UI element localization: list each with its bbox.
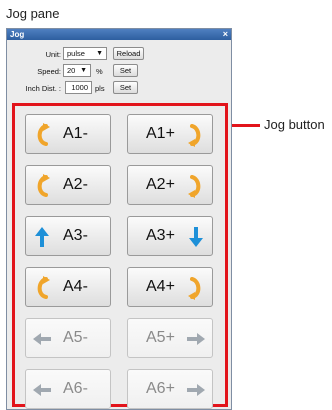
jog-a4-plus-button[interactable]: A4+: [127, 267, 213, 307]
rotate-ccw-icon: [32, 174, 52, 198]
speed-row: Speed: 20 ▼ % Set: [7, 63, 233, 79]
jog-a1-minus-button[interactable]: A1-: [25, 114, 111, 154]
window-title: Jog: [10, 30, 25, 39]
speed-select[interactable]: 20 ▼: [63, 64, 91, 77]
speed-unit: %: [96, 67, 103, 76]
jog-a3-minus-button[interactable]: A3-: [25, 216, 111, 256]
close-icon[interactable]: ×: [223, 29, 228, 40]
jog-button-label: A4+: [146, 278, 175, 295]
arrow-left-icon: [32, 378, 52, 402]
jog-button-label: A1-: [63, 125, 88, 142]
speed-select-value: 20: [67, 66, 76, 75]
jog-button-label: A2-: [63, 176, 88, 193]
jog-button-label: A2+: [146, 176, 175, 193]
inch-unit: pls: [95, 84, 105, 93]
inch-row: Inch Dist. : 1000 pls Set: [7, 80, 233, 96]
chevron-down-icon: ▼: [96, 50, 103, 57]
jog-a3-plus-button[interactable]: A3+: [127, 216, 213, 256]
jog-a5-plus-button[interactable]: A5+: [127, 318, 213, 358]
jog-button-area: A1- A1+ A2- A2+ A3- A3+ A4- A4+ A5- A5+ A6- A6+: [12, 103, 228, 409]
arrow-up-icon: [32, 225, 52, 249]
jog-a4-minus-button[interactable]: A4-: [25, 267, 111, 307]
jog-button-label: A6-: [63, 380, 88, 397]
jog-button-caption: Jog button: [264, 117, 325, 132]
unit-select[interactable]: pulse ▼: [63, 47, 107, 60]
callout-line: [232, 124, 260, 127]
speed-label: Speed:: [37, 67, 61, 76]
jog-a2-plus-button[interactable]: A2+: [127, 165, 213, 205]
arrow-right-icon: [186, 327, 206, 351]
jog-button-label: A5-: [63, 329, 88, 346]
inch-set-button[interactable]: Set: [113, 81, 138, 94]
unit-select-value: pulse: [67, 49, 85, 58]
inch-distance-input[interactable]: 1000: [65, 81, 92, 94]
rotate-cw-icon: [186, 174, 206, 198]
jog-button-label: A6+: [146, 380, 175, 397]
jog-button-label: A3+: [146, 227, 175, 244]
speed-set-button[interactable]: Set: [113, 64, 138, 77]
jog-settings: Unit: pulse ▼ Reload Speed: 20 ▼ % Set I…: [7, 40, 231, 100]
arrow-left-icon: [32, 327, 52, 351]
jog-a5-minus-button[interactable]: A5-: [25, 318, 111, 358]
unit-label: Unit:: [45, 50, 61, 59]
jog-button-label: A5+: [146, 329, 175, 346]
rotate-ccw-icon: [32, 276, 52, 300]
jog-button-label: A3-: [63, 227, 88, 244]
jog-button-label: A1+: [146, 125, 175, 142]
arrow-right-icon: [186, 378, 206, 402]
jog-a6-plus-button[interactable]: A6+: [127, 369, 213, 409]
rotate-cw-icon: [186, 123, 206, 147]
jog-a6-minus-button[interactable]: A6-: [25, 369, 111, 409]
chevron-down-icon: ▼: [80, 67, 87, 74]
inch-label: Inch Dist. :: [25, 84, 61, 93]
arrow-down-icon: [186, 225, 206, 249]
jog-a2-minus-button[interactable]: A2-: [25, 165, 111, 205]
reload-button[interactable]: Reload: [113, 47, 144, 60]
jog-pane-caption: Jog pane: [6, 6, 60, 21]
jog-a1-plus-button[interactable]: A1+: [127, 114, 213, 154]
jog-titlebar: Jog ×: [7, 29, 231, 40]
rotate-cw-icon: [186, 276, 206, 300]
unit-row: Unit: pulse ▼ Reload: [7, 46, 233, 62]
jog-window: Jog × Unit: pulse ▼ Reload Speed: 20 ▼ %…: [6, 28, 232, 410]
rotate-ccw-icon: [32, 123, 52, 147]
jog-button-label: A4-: [63, 278, 88, 295]
